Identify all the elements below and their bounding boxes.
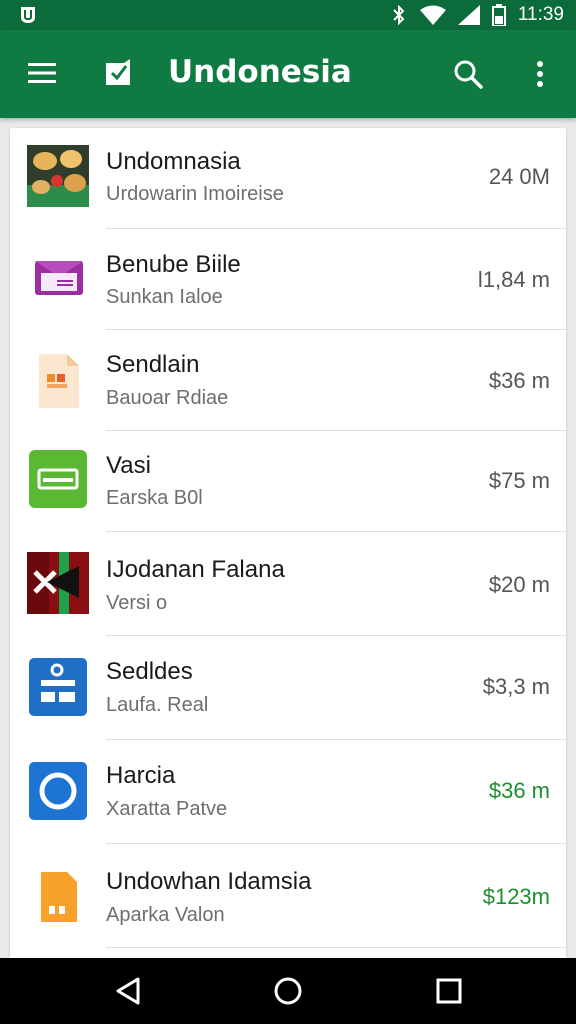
card-icon	[29, 450, 87, 508]
document-icon	[39, 354, 79, 408]
status-bar: 11:39	[0, 0, 576, 30]
menu-icon[interactable]	[28, 61, 56, 85]
list-item[interactable]: Sedldes Laufa. Real $3,3 m	[10, 636, 566, 740]
item-subtitle: Bauoar Rdiae	[106, 387, 229, 409]
list-item[interactable]: Vasi Earska B0l $75 m	[10, 431, 566, 532]
item-name: Sedldes	[106, 658, 193, 685]
item-subtitle: Xaratta Patve	[106, 798, 228, 820]
item-subtitle: Earska B0l	[106, 487, 203, 509]
list-item[interactable]: Sendlain Bauoar Rdiae $36 m	[10, 330, 566, 431]
signal-icon	[457, 5, 480, 25]
divider	[106, 947, 566, 948]
item-subtitle: Sunkan Ialoe	[106, 286, 223, 308]
list-item[interactable]: Undowhan Idamsia Aparka Valon $123m	[10, 844, 566, 948]
item-name: Harcia	[106, 762, 176, 789]
item-subtitle: Aparka Valon	[106, 904, 225, 926]
item-amount: 24 0M	[488, 164, 550, 189]
item-amount: $75 m	[488, 468, 550, 493]
item-amount: $3,3 m	[482, 674, 550, 699]
item-name: Benube Biile	[106, 251, 241, 278]
battery-icon	[491, 4, 506, 26]
circle-icon	[29, 762, 87, 820]
back-icon[interactable]	[114, 976, 142, 1006]
item-amount: $36 m	[488, 368, 550, 393]
app-title: Undonesia	[168, 54, 352, 90]
sim-card-icon	[41, 872, 77, 922]
item-amount: $36 m	[488, 778, 550, 803]
status-time: 11:39	[517, 4, 564, 25]
app-notification-icon	[21, 7, 35, 23]
item-subtitle: Versi o	[106, 592, 168, 614]
item-name: Undomnasia	[106, 148, 241, 175]
home-icon[interactable]	[273, 976, 303, 1006]
item-amount: l1,84 m	[477, 267, 550, 292]
form-icon	[29, 658, 87, 716]
app-bar: Undonesia	[0, 30, 576, 118]
item-subtitle: Urdowarin Imoireise	[106, 183, 284, 205]
list-item[interactable]: Benube Biile Sunkan Ialoe l1,84 m	[10, 229, 566, 330]
item-list: Undomnasia Urdowarin Imoireise 24 0M Ben…	[10, 128, 566, 958]
list-item[interactable]: IJodanan Falana Versi o $20 m	[10, 532, 566, 636]
item-name: IJodanan Falana	[106, 556, 285, 583]
wifi-icon	[419, 5, 446, 25]
app-logo-icon	[106, 59, 130, 85]
envelope-icon	[35, 261, 83, 295]
navigation-bar	[0, 958, 576, 1024]
item-amount: $123m	[482, 884, 550, 909]
bluetooth-icon	[393, 5, 405, 25]
flag-icon	[27, 552, 89, 614]
list-item[interactable]: Harcia Xaratta Patve $36 m	[10, 740, 566, 844]
item-name: Vasi	[106, 452, 151, 479]
item-amount: $20 m	[488, 572, 550, 597]
food-image-icon	[27, 145, 89, 207]
recents-icon[interactable]	[436, 976, 462, 1006]
list-item[interactable]: Undomnasia Urdowarin Imoireise 24 0M	[10, 128, 566, 229]
search-icon[interactable]	[452, 58, 484, 90]
more-vert-icon[interactable]	[530, 58, 550, 90]
item-subtitle: Laufa. Real	[106, 694, 209, 716]
item-name: Sendlain	[106, 351, 200, 378]
item-name: Undowhan Idamsia	[106, 868, 312, 895]
